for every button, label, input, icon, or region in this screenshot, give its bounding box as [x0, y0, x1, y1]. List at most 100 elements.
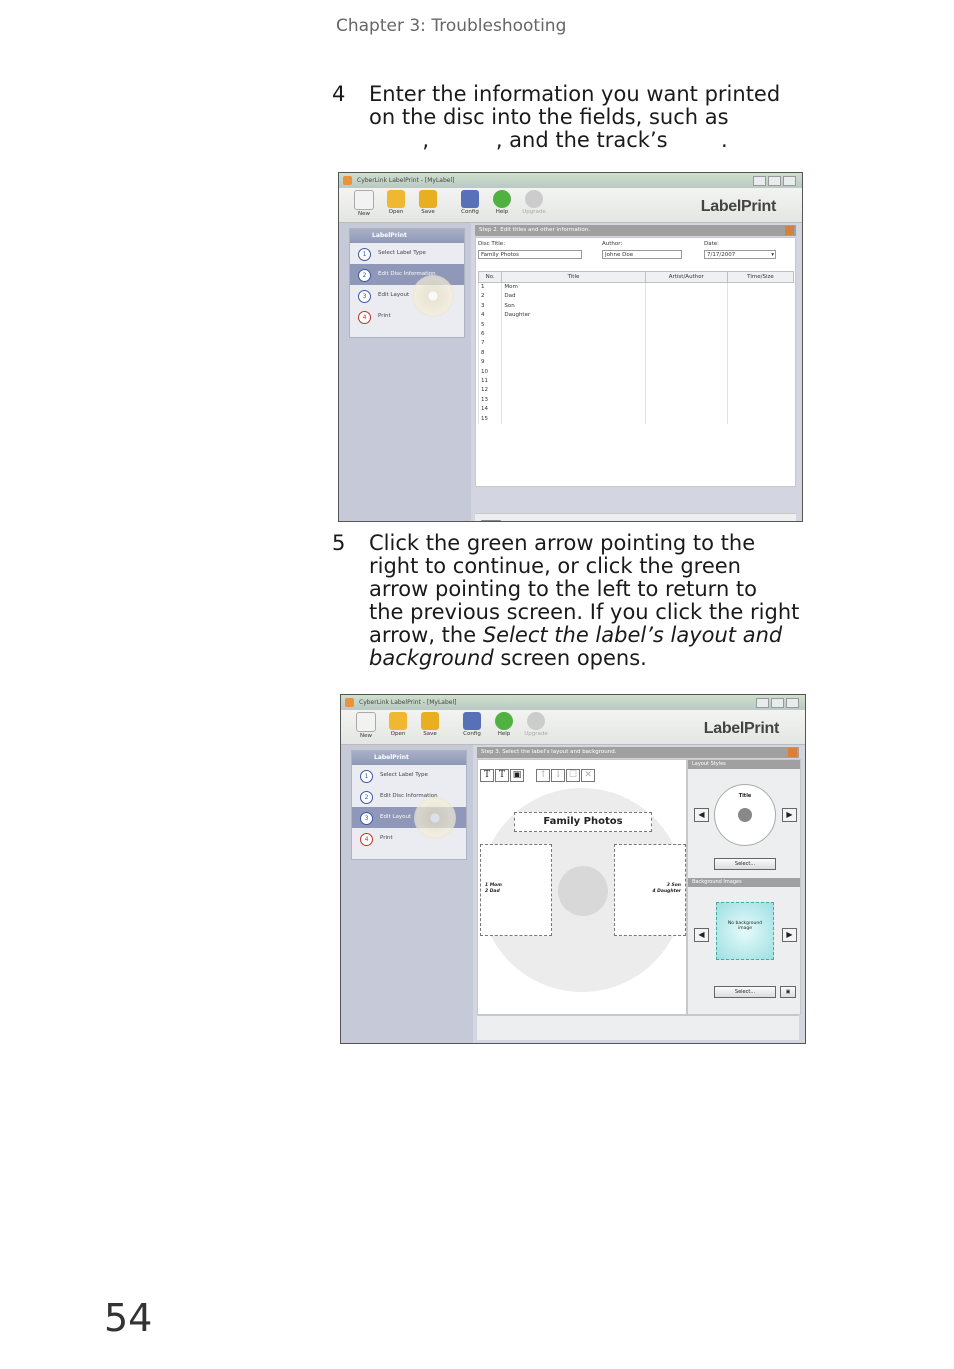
edit-icon-2[interactable] — [788, 748, 797, 757]
track-time[interactable] — [726, 386, 794, 396]
config-button-2[interactable]: Config — [459, 712, 485, 737]
track-time[interactable] — [726, 367, 794, 378]
track-title[interactable]: Daughter — [501, 311, 646, 321]
next-background-button[interactable]: ▶ — [782, 928, 797, 942]
close-icon-2[interactable] — [786, 698, 799, 708]
track-artist[interactable] — [644, 330, 728, 340]
table-row[interactable]: 5 — [477, 320, 794, 331]
save-button-2[interactable]: Save — [417, 712, 443, 737]
left-track-box[interactable]: 1 Mom 2 Dad — [480, 844, 552, 936]
minimize-icon-2[interactable] — [756, 698, 769, 708]
track-time[interactable] — [726, 301, 794, 312]
table-row[interactable]: 11 — [477, 377, 794, 387]
open-button-2[interactable]: Open — [385, 712, 411, 737]
track-artist[interactable] — [644, 301, 728, 312]
col-no[interactable]: No. — [477, 271, 503, 283]
track-artist[interactable] — [644, 395, 728, 406]
track-artist[interactable] — [644, 367, 728, 378]
image-tool-icon[interactable]: ▣ — [510, 769, 524, 782]
prev-layout-button[interactable]: ◀ — [694, 808, 709, 822]
track-time[interactable] — [726, 330, 794, 340]
table-row[interactable]: 6 — [477, 330, 794, 340]
prev-background-button[interactable]: ◀ — [694, 928, 709, 942]
track-title[interactable]: Dad — [501, 292, 646, 302]
table-row[interactable]: 13 — [477, 395, 794, 406]
save-button[interactable]: Save — [415, 190, 441, 215]
background-options-icon[interactable]: ▣ — [780, 986, 796, 998]
properties-icon[interactable]: ☐ — [566, 769, 581, 782]
track-artist[interactable] — [644, 282, 728, 293]
new-button[interactable]: New — [351, 190, 377, 217]
track-title[interactable] — [501, 330, 646, 340]
track-time[interactable] — [726, 377, 794, 387]
track-artist[interactable] — [644, 414, 728, 425]
track-title[interactable] — [501, 367, 646, 378]
track-artist[interactable] — [644, 405, 728, 415]
col-time[interactable]: Time/Size — [726, 271, 795, 283]
col-artist[interactable]: Artist/Author — [644, 271, 728, 283]
table-row[interactable]: 15 — [477, 414, 794, 425]
table-row[interactable]: 7 — [477, 339, 794, 349]
label-title-box[interactable]: Family Photos — [514, 812, 652, 832]
track-title[interactable] — [501, 348, 646, 359]
text-tool-icon[interactable]: T — [480, 769, 494, 782]
step-select-label-type[interactable]: 1 Select Label Type — [350, 243, 464, 264]
track-time[interactable] — [726, 358, 794, 368]
track-artist[interactable] — [644, 377, 728, 387]
track-title[interactable]: Son — [501, 301, 646, 312]
disc-title-input[interactable]: Family Photos — [478, 250, 582, 259]
maximize-icon-2[interactable] — [771, 698, 784, 708]
maximize-icon[interactable] — [768, 176, 781, 186]
close-icon[interactable] — [783, 176, 796, 186]
edit-icon[interactable] — [785, 226, 794, 235]
track-time[interactable] — [726, 320, 794, 331]
calendar-dropdown-icon[interactable]: ▾ — [771, 251, 774, 260]
track-artist[interactable] — [644, 339, 728, 349]
select-layout-button[interactable]: Select... — [714, 858, 776, 870]
help-button[interactable]: Help — [489, 190, 515, 215]
track-time[interactable] — [726, 282, 794, 293]
table-row[interactable]: 3 Son — [477, 301, 794, 312]
delete-object-icon[interactable]: ✕ — [581, 769, 596, 782]
track-title[interactable] — [501, 386, 646, 396]
track-title[interactable] — [501, 414, 646, 425]
track-time[interactable] — [726, 339, 794, 349]
table-row[interactable]: 9 — [477, 358, 794, 368]
table-row[interactable]: 8 — [477, 348, 794, 359]
import-icon[interactable] — [481, 520, 501, 521]
track-time[interactable] — [726, 292, 794, 302]
next-layout-button[interactable]: ▶ — [782, 808, 797, 822]
help-button-2[interactable]: Help — [491, 712, 517, 737]
track-artist[interactable] — [644, 348, 728, 359]
track-artist[interactable] — [644, 386, 728, 396]
track-title[interactable] — [501, 358, 646, 368]
new-button-2[interactable]: New — [353, 712, 379, 739]
text-path-tool-icon[interactable]: T — [495, 769, 509, 782]
send-backward-icon[interactable]: ↓ — [551, 769, 566, 782]
layout-preview[interactable]: Title — [714, 784, 776, 846]
track-time[interactable] — [726, 395, 794, 406]
track-time[interactable] — [726, 414, 794, 425]
select-background-button[interactable]: Select... — [714, 986, 776, 998]
track-title[interactable] — [501, 395, 646, 406]
track-title[interactable] — [501, 405, 646, 415]
upgrade-button[interactable]: Upgrade — [521, 190, 547, 215]
track-artist[interactable] — [644, 311, 728, 321]
background-preview[interactable]: No background image — [716, 902, 774, 960]
table-row[interactable]: 14 — [477, 405, 794, 415]
open-button[interactable]: Open — [383, 190, 409, 215]
table-row[interactable]: 12 — [477, 386, 794, 396]
track-time[interactable] — [726, 405, 794, 415]
table-row[interactable]: 10 — [477, 367, 794, 378]
track-title[interactable] — [501, 320, 646, 331]
date-picker[interactable]: 7/17/2007 ▾ — [704, 250, 776, 259]
table-row[interactable]: 4 Daughter — [477, 311, 794, 321]
track-time[interactable] — [726, 311, 794, 321]
config-button[interactable]: Config — [457, 190, 483, 215]
track-artist[interactable] — [644, 320, 728, 331]
track-title[interactable] — [501, 377, 646, 387]
step-select-label-type-2[interactable]: 1 Select Label Type — [352, 765, 466, 786]
table-row[interactable]: 2 Dad — [477, 292, 794, 302]
right-track-box[interactable]: 3 Son 4 Daughter — [614, 844, 686, 936]
bring-forward-icon[interactable]: ↑ — [536, 769, 551, 782]
